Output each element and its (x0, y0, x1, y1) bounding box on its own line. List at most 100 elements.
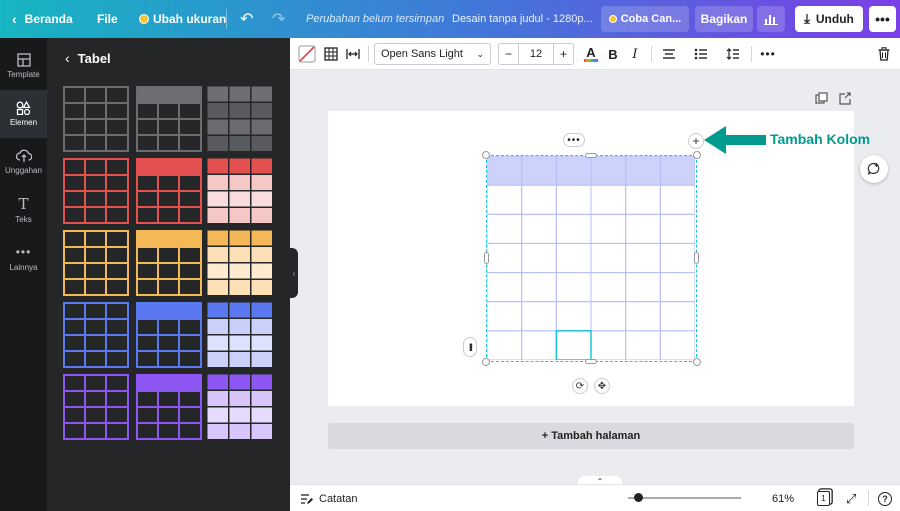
table-template-purple-grid[interactable] (63, 374, 129, 440)
table-cell[interactable] (625, 272, 661, 303)
undo-icon[interactable]: ↶ (240, 0, 253, 38)
more-icon[interactable]: ••• (758, 43, 778, 65)
table-cell[interactable] (659, 330, 695, 360)
table-cell[interactable] (625, 213, 661, 244)
zoom-slider-handle[interactable] (634, 493, 643, 502)
table-template-blue-grid[interactable] (63, 302, 129, 368)
table-template-gray-grid[interactable] (63, 86, 129, 152)
spacing-button[interactable] (724, 43, 742, 65)
font-family-select[interactable]: Open Sans Light ⌄ (374, 43, 491, 65)
add-page-icon[interactable] (837, 91, 851, 105)
table-cell[interactable] (521, 330, 557, 360)
table-cell[interactable] (555, 272, 592, 303)
table-cell[interactable] (659, 213, 695, 244)
table-cell[interactable] (555, 301, 592, 332)
font-size-decrease-button[interactable]: − (499, 44, 519, 64)
table-cell[interactable] (659, 272, 695, 303)
home-button[interactable]: ‹ Beranda (12, 0, 73, 38)
table-cell[interactable] (487, 330, 523, 360)
page-count-button[interactable]: 1 (817, 485, 830, 511)
font-size-input[interactable]: 12 (519, 48, 553, 60)
design-table[interactable] (487, 156, 695, 360)
move-button[interactable]: ✥ (594, 378, 610, 394)
resize-handle[interactable] (693, 358, 701, 366)
table-template-blue-filled[interactable] (207, 302, 273, 368)
italic-button[interactable]: I (626, 43, 644, 65)
table-template-purple-header[interactable] (136, 374, 202, 440)
rail-item-uploads[interactable]: Unggahan (0, 138, 47, 186)
table-cell[interactable] (555, 330, 592, 360)
table-cell[interactable] (659, 301, 695, 332)
table-cell[interactable] (487, 301, 523, 332)
add-page-button[interactable]: + Tambah halaman (328, 423, 854, 449)
cell-spacing-button[interactable] (344, 43, 362, 65)
try-pro-button[interactable]: Coba Can... (601, 6, 689, 32)
table-template-blue-header[interactable] (136, 302, 202, 368)
resize-handle[interactable] (484, 252, 489, 264)
rail-item-template[interactable]: Template (0, 42, 47, 90)
table-border-button[interactable] (322, 43, 340, 65)
table-cell[interactable] (487, 184, 523, 215)
row-options-button[interactable]: ••• (463, 337, 477, 357)
resize-button[interactable]: Ubah ukuran (139, 0, 226, 38)
rail-item-more[interactable]: ••• Lainnya (0, 234, 47, 282)
table-cell[interactable] (555, 242, 592, 274)
help-button[interactable]: ? (878, 485, 892, 511)
resize-handle[interactable] (693, 151, 701, 159)
table-cell[interactable] (659, 242, 695, 274)
share-button[interactable]: Bagikan (695, 6, 753, 32)
panel-back-button[interactable]: ‹ Tabel (65, 48, 111, 68)
rail-item-text[interactable]: T Teks (0, 186, 47, 234)
table-cell[interactable] (521, 272, 557, 303)
table-template-red-header[interactable] (136, 158, 202, 224)
table-cell[interactable] (521, 213, 557, 244)
notes-button[interactable]: Catatan (300, 485, 358, 511)
table-cell[interactable] (590, 213, 627, 244)
table-cell[interactable] (625, 184, 661, 215)
fullscreen-icon[interactable]: ⤢ (846, 485, 856, 511)
table-cell[interactable] (590, 184, 627, 215)
table-cell[interactable] (590, 301, 627, 332)
table-template-purple-filled[interactable] (207, 374, 273, 440)
rotate-button[interactable]: ⟳ (572, 378, 588, 394)
cell-color-button[interactable] (297, 43, 317, 65)
align-button[interactable] (660, 43, 678, 65)
duplicate-page-icon[interactable] (814, 91, 828, 105)
resize-handle[interactable] (694, 252, 699, 264)
table-cell[interactable] (487, 272, 523, 303)
more-options-button[interactable]: ••• (869, 6, 896, 32)
table-options-button[interactable]: ••• (563, 133, 585, 147)
file-menu-button[interactable]: File (97, 0, 118, 38)
table-cell[interactable] (487, 242, 523, 274)
insights-button[interactable] (757, 6, 785, 32)
table-cell[interactable] (659, 184, 695, 215)
table-cell[interactable] (625, 301, 661, 332)
add-comment-button[interactable] (860, 155, 888, 183)
zoom-level[interactable]: 61% (772, 485, 794, 511)
resize-handle[interactable] (482, 151, 490, 159)
text-color-button[interactable]: A (582, 43, 600, 65)
table-cell[interactable] (487, 213, 523, 244)
delete-button[interactable] (875, 43, 893, 65)
add-column-button[interactable]: + (688, 133, 704, 149)
table-template-orange-filled[interactable] (207, 230, 273, 296)
font-size-increase-button[interactable]: + (553, 44, 573, 64)
table-cell[interactable] (590, 330, 627, 360)
table-cell[interactable] (625, 330, 661, 360)
bold-button[interactable]: B (604, 43, 622, 65)
table-template-orange-header[interactable] (136, 230, 202, 296)
zoom-slider-track[interactable] (628, 497, 741, 499)
table-cell[interactable] (590, 242, 627, 274)
resize-handle[interactable] (585, 153, 597, 158)
download-button[interactable]: ⤓ Unduh (795, 6, 863, 32)
resize-handle[interactable] (482, 358, 490, 366)
table-cell[interactable] (521, 242, 557, 274)
table-cell[interactable] (555, 184, 592, 215)
table-cell[interactable] (521, 301, 557, 332)
table-template-gray-filled[interactable] (207, 86, 273, 152)
rail-item-elements[interactable]: Elemen (0, 90, 47, 138)
table-template-gray-header[interactable] (136, 86, 202, 152)
selected-table-cell[interactable] (555, 330, 592, 360)
list-button[interactable] (692, 43, 710, 65)
table-template-red-grid[interactable] (63, 158, 129, 224)
